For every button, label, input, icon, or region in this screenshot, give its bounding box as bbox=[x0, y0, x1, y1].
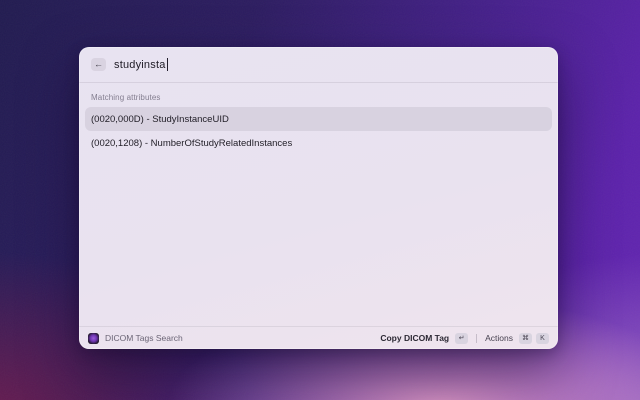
return-key-icon[interactable]: ↵ bbox=[455, 332, 469, 344]
result-row-label: (0020,000D) - StudyInstanceUID bbox=[91, 113, 229, 125]
result-row-studyinstanceuid[interactable]: (0020,000D) - StudyInstanceUID bbox=[85, 107, 552, 131]
search-input-value: studyinsta bbox=[114, 58, 166, 71]
search-input[interactable]: studyinsta bbox=[114, 58, 169, 71]
actions-shortcut: ⌘ K bbox=[519, 332, 549, 344]
footer-bar: DICOM Tags Search Copy DICOM Tag ↵ Actio… bbox=[79, 326, 558, 349]
text-cursor bbox=[166, 58, 169, 71]
result-row-label: (0020,1208) - NumberOfStudyRelatedInstan… bbox=[91, 137, 293, 149]
k-key-icon[interactable]: K bbox=[536, 332, 549, 344]
copy-dicom-tag-button[interactable]: Copy DICOM Tag bbox=[380, 333, 449, 343]
search-bar: ← studyinsta bbox=[79, 47, 558, 83]
section-header: Matching attributes bbox=[91, 93, 161, 102]
back-button[interactable]: ← bbox=[91, 58, 106, 71]
result-row-numberofstudyrelatedinstances[interactable]: (0020,1208) - NumberOfStudyRelatedInstan… bbox=[85, 131, 552, 155]
app-name-label: DICOM Tags Search bbox=[105, 333, 183, 343]
back-arrow-icon: ← bbox=[94, 59, 103, 69]
results-list: Matching attributes (0020,000D) - StudyI… bbox=[79, 83, 558, 326]
footer-divider bbox=[476, 333, 478, 343]
dicom-search-window: ← studyinsta Matching attributes (0020,0… bbox=[79, 47, 558, 349]
actions-button[interactable]: Actions bbox=[485, 333, 513, 343]
dicom-app-icon bbox=[88, 332, 99, 344]
command-key-icon[interactable]: ⌘ bbox=[519, 332, 532, 344]
